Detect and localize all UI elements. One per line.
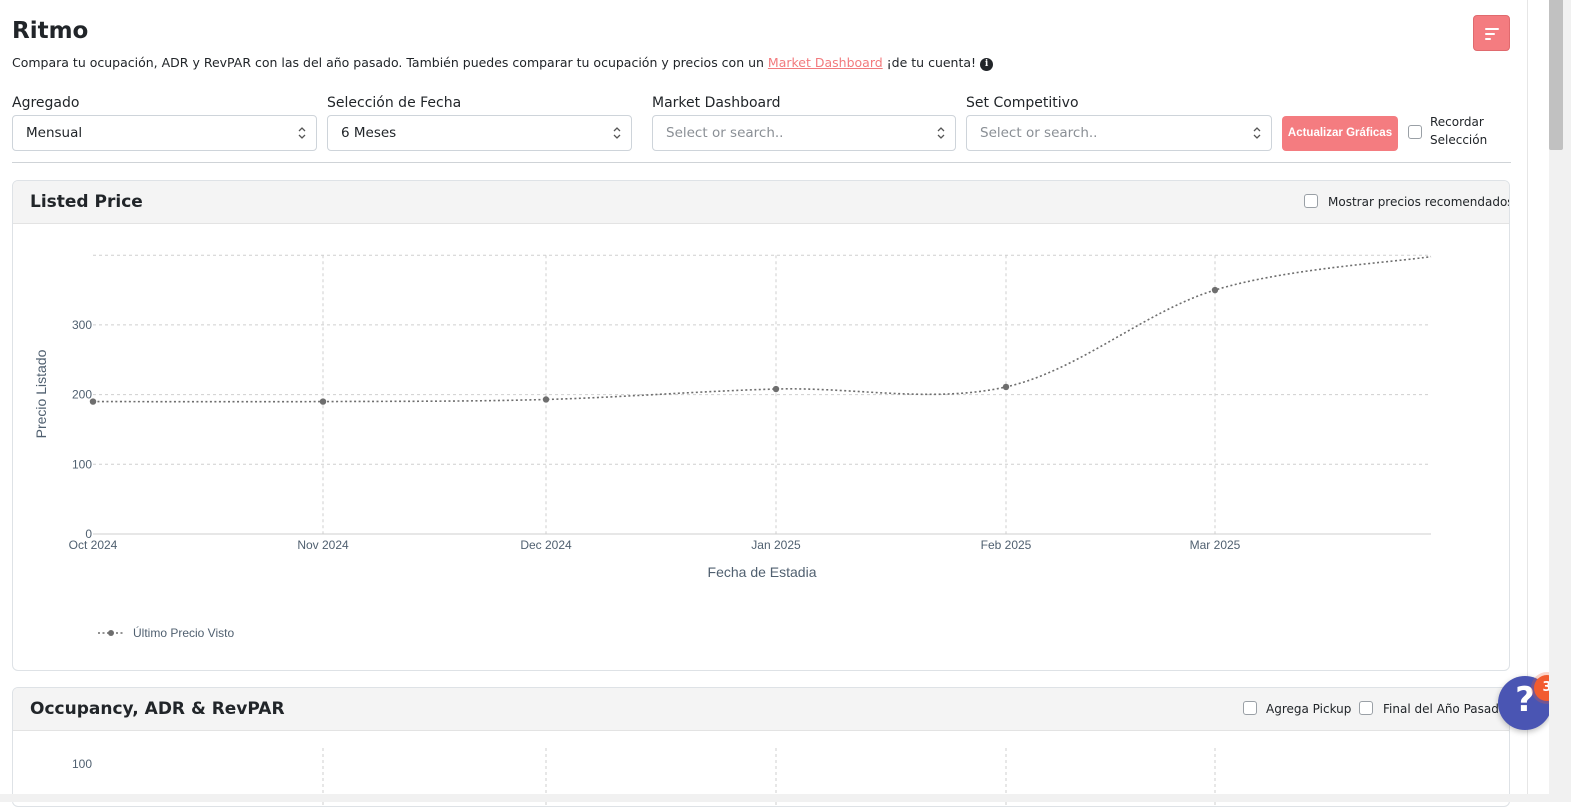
y-axis-label: Precio Listado (33, 349, 49, 438)
data-point (1211, 286, 1219, 294)
fecha-value: 6 Meses (341, 125, 397, 141)
menu-icon-bar-1 (1485, 28, 1499, 30)
data-point (1002, 383, 1010, 391)
x-tick-label: Feb 2025 (981, 538, 1032, 552)
legend-marker (108, 630, 114, 636)
chart-points (89, 286, 1219, 405)
set-label: Set Competitivo (966, 95, 1079, 111)
filter-divider (12, 162, 1511, 163)
ritmo-page: Ritmo Compara tu ocupación, ADR y RevPAR… (0, 0, 1527, 807)
y-tick-label: 200 (72, 388, 92, 402)
menu-toggle-button[interactable] (1473, 15, 1510, 51)
recordar-seleccion-label: Recordar Selección (1430, 113, 1487, 149)
occupancy-card: Occupancy, ADR & RevPAR Agrega Pickup Fi… (12, 687, 1510, 807)
chart-legend[interactable]: Último Precio Visto (98, 625, 234, 640)
page-title: Ritmo (12, 18, 89, 44)
set-placeholder: Select or search.. (980, 125, 1098, 141)
x-tick-label: Mar 2025 (1190, 538, 1241, 552)
legend-label: Último Precio Visto (133, 625, 234, 640)
recordar-line-1: Recordar (1430, 115, 1484, 129)
chevron-updown-icon (937, 127, 945, 139)
agregado-value: Mensual (26, 125, 83, 141)
market-dashboard-select[interactable]: Select or search.. (652, 115, 956, 151)
x-tick-label: Oct 2024 (69, 538, 118, 552)
x-axis-label: Fecha de Estadia (708, 564, 817, 580)
info-icon[interactable]: i (980, 58, 994, 71)
actualizar-graficas-button[interactable]: Actualizar Gráficas (1282, 116, 1398, 151)
page-subtitle: Compara tu ocupación, ADR y RevPAR con l… (12, 55, 994, 71)
x-tick-label: Dec 2024 (520, 538, 572, 552)
recordar-seleccion-checkbox[interactable] (1408, 125, 1422, 139)
data-point (772, 385, 780, 393)
occupancy-chart[interactable]: 100 (13, 688, 1509, 806)
data-point (319, 398, 327, 405)
market-placeholder: Select or search.. (666, 125, 784, 141)
data-point (89, 398, 97, 405)
y-tick-label: 300 (72, 318, 92, 332)
recordar-line-2: Selección (1430, 133, 1488, 147)
series-line-ultimo-precio (92, 255, 1432, 403)
fecha-select[interactable]: 6 Meses (327, 115, 632, 151)
chart-grid (93, 254, 1431, 535)
chart-ticks: 0100200300Oct 2024 Nov 2024 Dec 2024 Jan 20… (69, 318, 1241, 552)
chevron-updown-icon (613, 127, 621, 139)
agregado-label: Agregado (12, 95, 80, 111)
subtitle-text-end: ¡de tu cuenta! (882, 55, 977, 70)
set-competitivo-select[interactable]: Select or search.. (966, 115, 1272, 151)
listed-price-chart[interactable]: 0100200300Oct 2024 Nov 2024 Dec 2024 Jan 20… (13, 181, 1509, 670)
market-dashboard-link[interactable]: Market Dashboard (768, 55, 883, 70)
menu-icon-bar-2 (1485, 33, 1495, 35)
fecha-label: Selección de Fecha (327, 95, 462, 111)
horizontal-scrollbar[interactable] (0, 794, 1549, 802)
y-tick-label: 100 (72, 457, 92, 471)
occupancy-y-tick: 100 (72, 757, 92, 771)
menu-icon-bar-3 (1485, 38, 1491, 40)
chevron-updown-icon (1253, 127, 1261, 139)
listed-price-card: Listed Price Mostrar precios recomendado… (12, 180, 1510, 671)
data-point (542, 396, 550, 403)
x-tick-label: Nov 2024 (297, 538, 349, 552)
subtitle-text: Compara tu ocupación, ADR y RevPAR con l… (12, 55, 768, 70)
agregado-select[interactable]: Mensual (12, 115, 317, 151)
market-label: Market Dashboard (652, 95, 781, 111)
chevron-updown-icon (298, 127, 306, 139)
x-tick-label: Jan 2025 (751, 538, 801, 552)
scrollbar-thumb[interactable] (1549, 0, 1563, 150)
